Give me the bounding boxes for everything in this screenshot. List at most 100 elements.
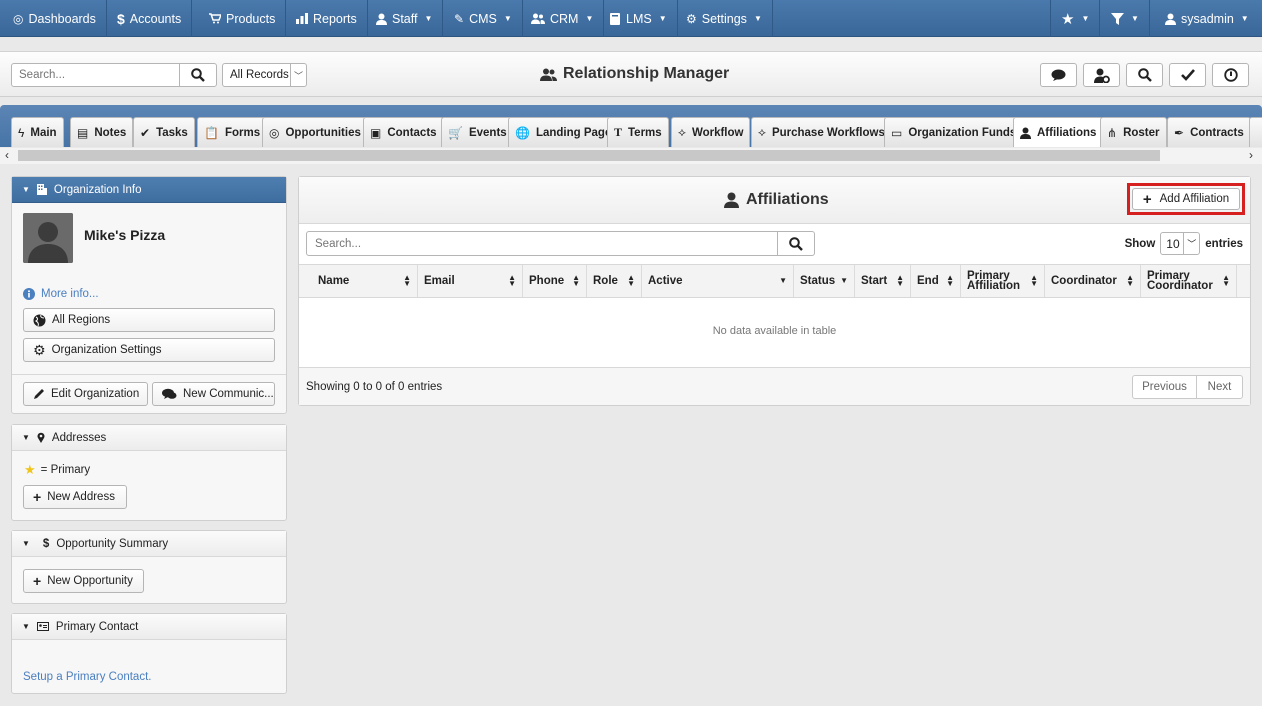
previous-label: Previous: [1142, 381, 1187, 393]
new-communication-label: New Communic...: [183, 388, 274, 400]
tab-main[interactable]: ϟ Main: [11, 117, 64, 147]
new-address-button[interactable]: + New Address: [23, 485, 127, 509]
nav-products[interactable]: Products: [199, 0, 287, 37]
panel-header[interactable]: ▼ Primary Contact: [12, 614, 286, 640]
scroll-thumb[interactable]: [18, 150, 1160, 161]
chevron-right-icon[interactable]: ›: [1249, 148, 1253, 162]
tab-roster[interactable]: ⋔ Roster: [1100, 117, 1167, 147]
column-header-active[interactable]: Active ▼: [642, 265, 794, 297]
tab-bar: ϟ Main ▤ Notes ✔ Tasks 📋 Forms ◎ Opportunitie…: [0, 105, 1262, 147]
user-settings-button[interactable]: [1083, 63, 1120, 87]
organization-settings-button[interactable]: ⚙ Organization Settings: [23, 338, 275, 362]
nav-crm[interactable]: CRM ▼: [521, 0, 605, 37]
all-regions-button[interactable]: All Regions: [23, 308, 275, 332]
sort-icon: ▲ ▼: [1222, 273, 1230, 288]
users-icon: [540, 68, 557, 81]
info-button[interactable]: [1212, 63, 1249, 87]
table-search-input[interactable]: [306, 231, 778, 256]
panel-header[interactable]: ▼ Organization Info: [12, 177, 286, 203]
tab-organization-funds[interactable]: ▭ Organization Funds: [884, 117, 1024, 147]
tab-more[interactable]: [1249, 117, 1262, 147]
comment-icon: [1051, 69, 1066, 82]
column-header-primary-coordinator[interactable]: Primary Coordinator ▲ ▼: [1141, 265, 1237, 297]
id-card-icon: ▣: [370, 125, 382, 140]
nav-settings[interactable]: ⚙ Settings ▼: [676, 0, 773, 37]
next-label: Next: [1207, 381, 1232, 393]
setup-primary-contact-link[interactable]: Setup a Primary Contact.: [23, 671, 151, 683]
tab-affiliations[interactable]: Affiliations: [1013, 117, 1104, 147]
tab-tasks[interactable]: ✔ Tasks: [133, 117, 195, 147]
records-select[interactable]: All Records ﹀: [222, 63, 307, 87]
divider: [12, 374, 286, 375]
column-header-end[interactable]: End ▲ ▼: [911, 265, 961, 297]
map-marker-icon: [37, 432, 45, 443]
top-navigation: ◎ Dashboards $ Accounts Products Reports…: [0, 0, 1262, 37]
tab-purchase-workflows[interactable]: ⟡ Purchase Workflows: [751, 117, 892, 147]
column-header-start[interactable]: Start ▲ ▼: [855, 265, 911, 297]
tab-notes[interactable]: ▤ Notes: [70, 117, 134, 147]
caret-down-icon: ▼: [753, 14, 762, 23]
tab-events[interactable]: 🛒 Events: [441, 117, 514, 147]
sort-icon: ▲ ▼: [1126, 273, 1134, 288]
add-affiliation-button[interactable]: + Add Affiliation: [1132, 188, 1240, 210]
tab-opportunities[interactable]: ◎ Opportunities: [262, 117, 368, 147]
next-page-button[interactable]: Next: [1196, 375, 1243, 399]
edit-organization-button[interactable]: Edit Organization: [23, 382, 148, 406]
new-opportunity-label: New Opportunity: [47, 575, 133, 587]
star-icon: ★: [24, 462, 36, 477]
note-icon: ▤: [77, 125, 89, 140]
sitemap-icon: ⋔: [1107, 125, 1118, 140]
check-button[interactable]: [1169, 63, 1206, 87]
tab-landing-page[interactable]: 🌐 Landing Page: [508, 117, 619, 147]
filter-menu[interactable]: ▼: [1101, 0, 1150, 37]
more-info-link[interactable]: More info...: [23, 288, 99, 300]
column-header-primary-affiliation[interactable]: Primary Affiliation ▲ ▼: [961, 265, 1045, 297]
info-icon: [23, 288, 35, 300]
nav-staff[interactable]: Staff ▼: [366, 0, 444, 37]
panel-header[interactable]: ▼ $ Opportunity Summary: [12, 531, 286, 557]
comment-button[interactable]: [1040, 63, 1077, 87]
caret-down-icon: ▼: [1081, 14, 1090, 23]
column-header-name[interactable]: Name ▲ ▼: [312, 265, 418, 297]
table-search-button[interactable]: [777, 231, 815, 256]
tab-contracts[interactable]: ✒ Contracts: [1167, 117, 1251, 147]
tab-scrollbar[interactable]: ‹ ›: [0, 148, 1262, 164]
tab-label: Affiliations: [1037, 127, 1097, 139]
tab-terms[interactable]: T Terms: [607, 117, 669, 147]
favorites-menu[interactable]: ★ ▼: [1050, 0, 1101, 37]
caret-down-icon: ▼: [424, 14, 433, 23]
sort-icon: ▲ ▼: [627, 273, 635, 288]
nav-accounts[interactable]: $ Accounts: [107, 0, 193, 37]
panel-header[interactable]: ▼ Addresses: [12, 425, 286, 451]
power-icon: [1223, 68, 1238, 82]
tab-label: Contacts: [387, 126, 437, 139]
sort-desc-icon: ▼: [840, 276, 848, 285]
global-search-input[interactable]: [11, 63, 180, 87]
primary-legend: ★ = Primary: [24, 462, 90, 478]
user-menu[interactable]: sysadmin ▼: [1155, 0, 1259, 37]
chevron-left-icon[interactable]: ‹: [5, 148, 9, 162]
check-icon: [1180, 69, 1195, 81]
nav-dashboards[interactable]: ◎ Dashboards: [3, 0, 107, 37]
new-communication-button[interactable]: New Communic...: [152, 382, 275, 406]
column-header-phone[interactable]: Phone ▲ ▼: [523, 265, 587, 297]
previous-page-button[interactable]: Previous: [1132, 375, 1197, 399]
tab-workflow[interactable]: ⟡ Workflow: [671, 117, 751, 147]
nav-lms[interactable]: LMS ▼: [600, 0, 678, 37]
dollar-icon: $: [42, 537, 50, 550]
nav-reports[interactable]: Reports: [286, 0, 368, 37]
tab-forms[interactable]: 📋 Forms: [197, 117, 268, 147]
column-header-email[interactable]: Email ▲ ▼: [418, 265, 523, 297]
chevron-down-icon: ﹀: [290, 64, 306, 86]
search-button[interactable]: [1126, 63, 1163, 87]
panel-header: Affiliations + Add Affiliation: [299, 177, 1250, 224]
column-header-role[interactable]: Role ▲ ▼: [587, 265, 642, 297]
column-header-coordinator[interactable]: Coordinator ▲ ▼: [1045, 265, 1141, 297]
column-header-status[interactable]: Status ▼: [794, 265, 855, 297]
page-length-select[interactable]: 10 ﹀: [1160, 232, 1201, 255]
nav-cms[interactable]: ✎ CMS ▼: [444, 0, 523, 37]
tab-contacts[interactable]: ▣ Contacts: [363, 117, 444, 147]
search-button[interactable]: [179, 63, 217, 87]
new-opportunity-button[interactable]: + New Opportunity: [23, 569, 144, 593]
comments-icon: [162, 388, 177, 400]
